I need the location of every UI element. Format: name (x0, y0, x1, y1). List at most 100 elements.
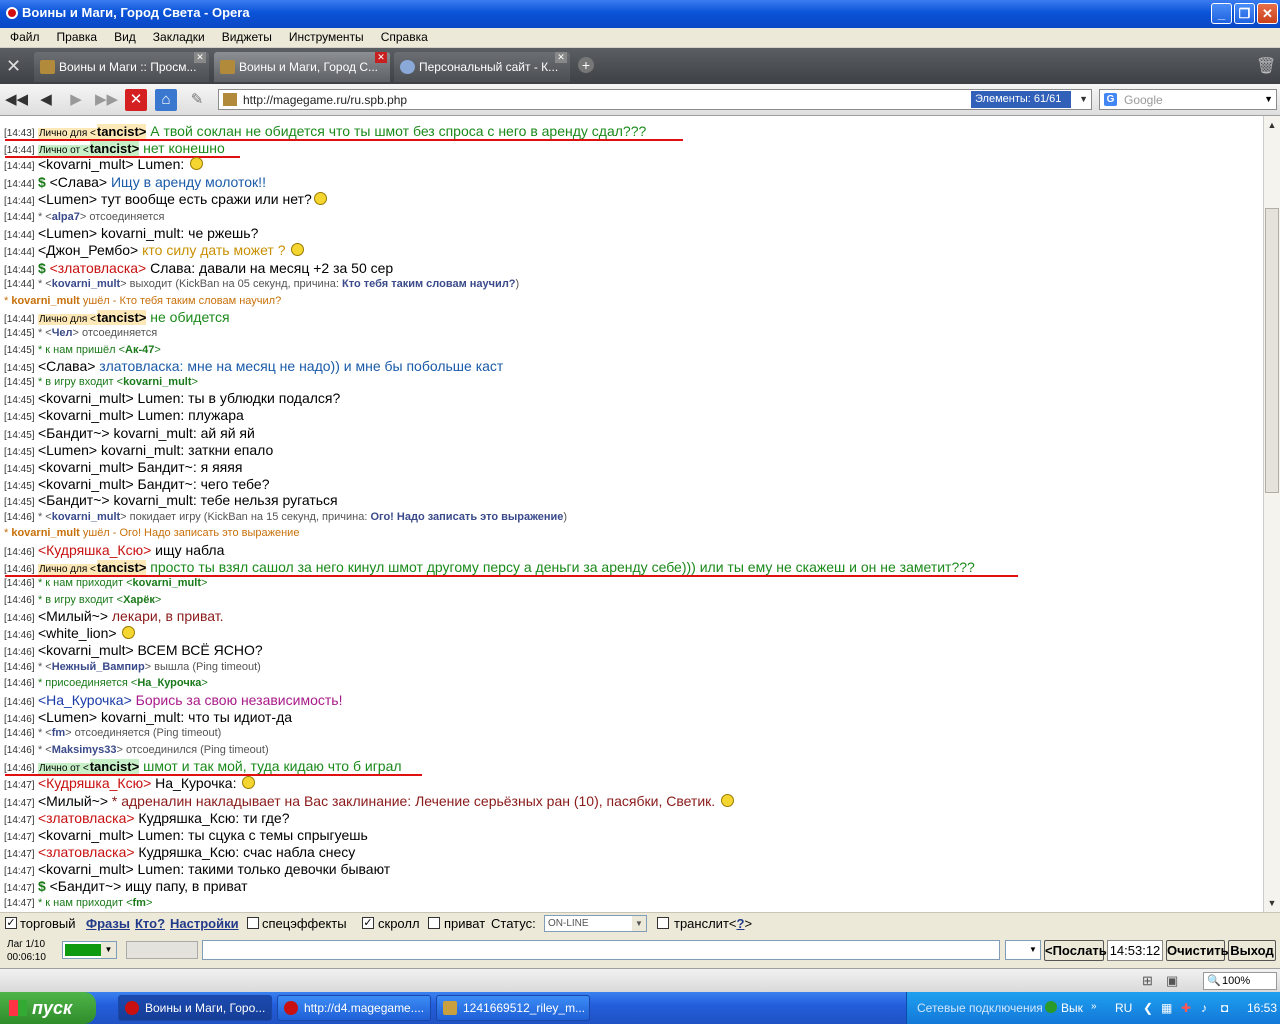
tab-2[interactable]: Воины и Маги, Город С... ✕ (214, 52, 390, 82)
chevron-icon[interactable]: » (1091, 1001, 1097, 1012)
chat-scrollbar[interactable]: ▲ ▼ (1263, 116, 1280, 912)
tab-close-icon[interactable]: ✕ (194, 52, 206, 63)
who-link[interactable]: Кто? (135, 916, 165, 931)
color-select[interactable]: ▼ (62, 941, 117, 959)
nickname[interactable]: <kovarni_mult> (38, 390, 134, 406)
nickname[interactable]: <Бандит~> (38, 492, 110, 508)
menu-view[interactable]: Вид (104, 28, 143, 44)
menu-file[interactable]: Файл (0, 28, 47, 44)
volume-icon[interactable]: ♪ (1201, 1001, 1207, 1015)
nickname[interactable]: <Бандит~> (50, 878, 122, 894)
nickname[interactable]: <златовласка> (38, 810, 135, 826)
menu-edit[interactable]: Правка (47, 28, 105, 44)
nickname[interactable]: tancist (96, 560, 139, 575)
tab-3[interactable]: Персональный сайт - К... ✕ (394, 52, 570, 82)
settings-link[interactable]: Настройки (170, 916, 239, 931)
nickname[interactable]: <kovarni_mult> (38, 407, 134, 423)
nickname[interactable]: <Lumen> (38, 191, 97, 207)
task-opera-1[interactable]: Воины и Маги, Горо... (118, 995, 272, 1021)
zoom-select[interactable]: 🔍 100% (1203, 972, 1277, 990)
nickname[interactable]: <Lumen> (38, 709, 97, 725)
nickname[interactable]: fm (133, 897, 146, 909)
nickname[interactable]: fm (52, 727, 65, 739)
menu-bookmarks[interactable]: Закладки (143, 28, 212, 44)
forward-icon[interactable]: ▶ (65, 89, 87, 111)
nickname[interactable]: tancist (96, 310, 139, 325)
nickname[interactable]: tancist (96, 124, 139, 139)
nickname[interactable]: <Кудряшка_Ксю> (38, 775, 151, 791)
nickname[interactable]: Ак-47 (125, 344, 154, 356)
tab-1[interactable]: Воины и Маги :: Просм... ✕ (34, 52, 209, 82)
search-input[interactable]: G Google ▼ (1099, 89, 1277, 110)
antivirus-icon[interactable]: ✚ (1181, 1001, 1191, 1015)
rewind-icon[interactable]: ◀◀ (5, 89, 28, 111)
maximize-button[interactable]: ❐ (1234, 3, 1255, 24)
nickname[interactable]: <златовласка> (50, 260, 147, 276)
scroll-up-icon[interactable]: ▲ (1265, 118, 1279, 132)
task-image[interactable]: 1241669512_riley_m... (436, 995, 590, 1021)
nickname[interactable]: <Милый~> (38, 793, 108, 809)
fast-forward-icon[interactable]: ▶▶ (95, 89, 118, 111)
nickname[interactable]: <Слава> (38, 358, 95, 374)
nickname[interactable]: <kovarni_mult> (38, 476, 134, 492)
nickname[interactable]: <златовласка> (38, 844, 135, 860)
task-opera-2[interactable]: http://d4.magegame.... (277, 995, 431, 1021)
scroll-checkbox[interactable]: ✓ (362, 917, 374, 929)
start-button[interactable]: пуск (0, 992, 96, 1024)
nickname[interactable]: <На_Курочка> (38, 692, 132, 708)
address-bar[interactable]: http://magegame.ru/ru.spb.php Элементы: … (218, 89, 1092, 110)
home-icon[interactable]: ⌂ (155, 89, 177, 111)
nickname[interactable]: kovarni_mult (11, 527, 79, 539)
nickname[interactable]: Нежный_Вампир (52, 661, 145, 673)
nickname[interactable]: <Кудряшка_Ксю> (38, 542, 151, 558)
trade-checkbox[interactable]: ✓ (5, 917, 17, 929)
minimize-button[interactable]: _ (1211, 3, 1232, 24)
nickname[interactable]: tancist (89, 141, 132, 156)
menu-widgets[interactable]: Виджеты (212, 28, 279, 44)
clear-button[interactable]: Очистить (1166, 940, 1229, 961)
private-checkbox[interactable] (428, 917, 440, 929)
language-indicator[interactable]: RU (1115, 1001, 1132, 1015)
nickname[interactable]: kovarni_mult (52, 511, 120, 523)
translit-checkbox[interactable] (657, 917, 669, 929)
back-icon[interactable]: ◀ (35, 89, 57, 111)
nickname[interactable]: kovarni_mult (123, 376, 191, 388)
nickname[interactable]: На_Курочка (137, 677, 201, 689)
scroll-thumb[interactable] (1265, 208, 1279, 493)
nickname[interactable]: <kovarni_mult> (38, 156, 134, 172)
image-icon[interactable]: ▣ (1166, 973, 1178, 989)
tab-close-icon[interactable]: ✕ (375, 52, 387, 63)
nickname[interactable]: kovarni_mult (52, 278, 120, 290)
tools-icon[interactable]: ✕ (6, 56, 21, 77)
nickname[interactable]: <Слава> (50, 174, 107, 190)
trash-icon[interactable]: 🗑 (1256, 56, 1276, 76)
message-input[interactable] (202, 940, 1000, 960)
edit-icon[interactable]: ✎ (186, 89, 208, 111)
menu-tools[interactable]: Инструменты (279, 28, 371, 44)
nickname[interactable]: tancist (89, 759, 132, 774)
effects-checkbox[interactable] (247, 917, 259, 929)
nickname[interactable]: <Бандит~> (38, 425, 110, 441)
new-tab-icon[interactable]: + (578, 57, 594, 73)
nickname[interactable]: <kovarni_mult> (38, 642, 134, 658)
nickname[interactable]: <Джон_Рембо> (38, 242, 138, 258)
nickname[interactable]: kovarni_mult (133, 577, 201, 589)
phrases-link[interactable]: Фразы (86, 916, 130, 931)
nickname[interactable]: <Милый~> (38, 608, 108, 624)
send-button[interactable]: <Послать (1044, 940, 1107, 961)
stop-icon[interactable]: ✕ (125, 89, 147, 111)
nickname[interactable]: <Lumen> (38, 442, 97, 458)
nickname[interactable]: Maksimys33 (52, 744, 117, 756)
nickname[interactable]: <kovarni_mult> (38, 459, 134, 475)
chevron-down-icon[interactable]: ▼ (1079, 94, 1088, 104)
recipient-field[interactable] (126, 941, 198, 959)
panel-icon[interactable]: ⊞ (1142, 973, 1153, 989)
safely-remove-icon[interactable]: ◘ (1221, 1001, 1228, 1015)
scroll-down-icon[interactable]: ▼ (1265, 896, 1279, 910)
chevron-down-icon[interactable]: ▼ (1264, 94, 1273, 104)
nickname[interactable]: <Lumen> (38, 225, 97, 241)
nickname[interactable]: Харёк (123, 594, 155, 606)
status-select[interactable]: ON-LINE ▼ (544, 915, 647, 932)
menu-help[interactable]: Справка (371, 28, 435, 44)
nickname[interactable]: <kovarni_mult> (38, 827, 134, 843)
